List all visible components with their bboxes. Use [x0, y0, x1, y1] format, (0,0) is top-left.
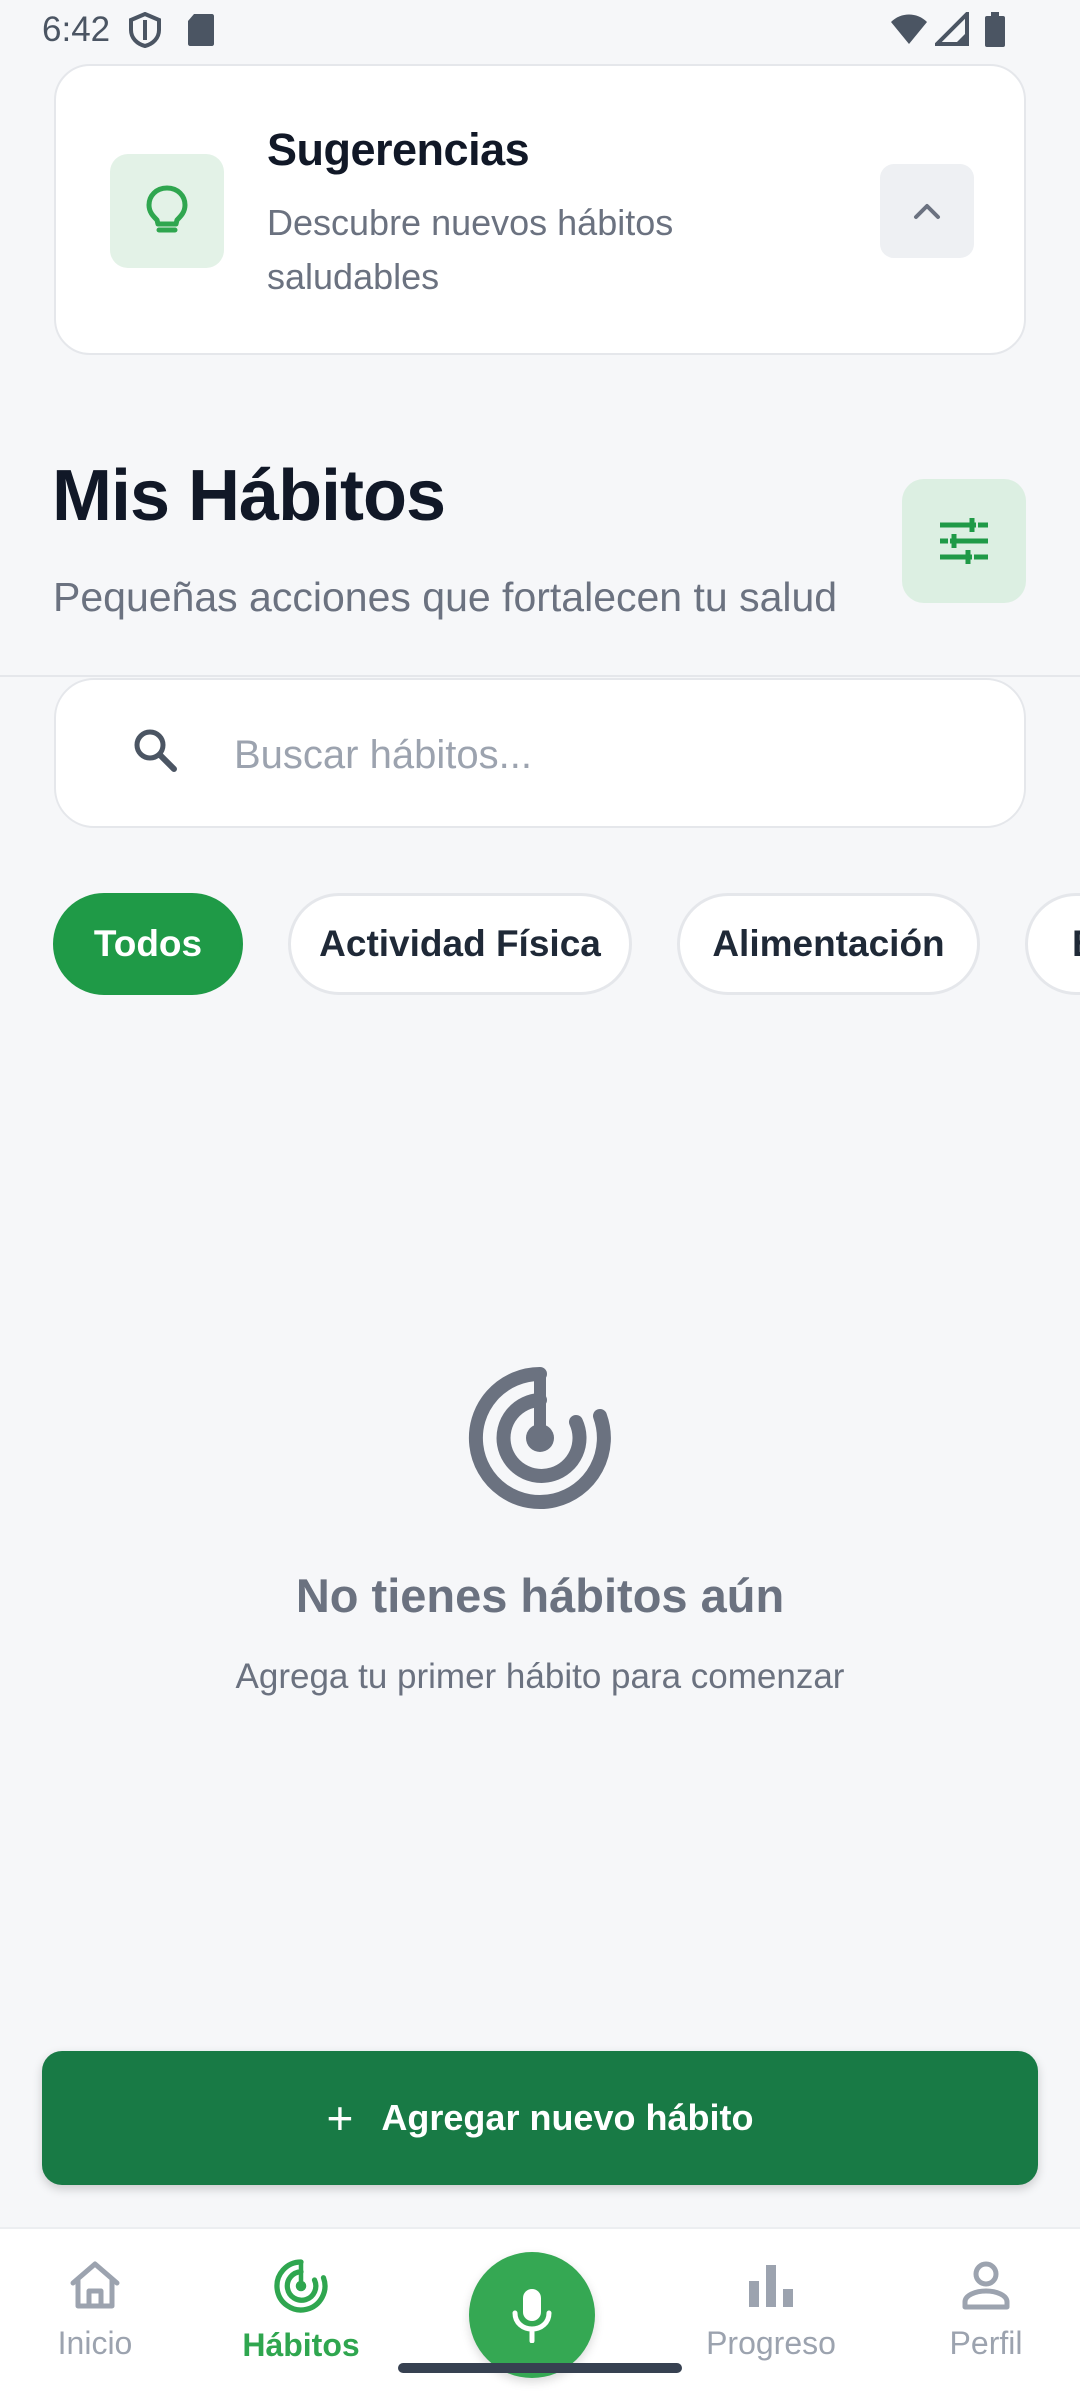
battery-icon: [985, 12, 1005, 47]
search-input[interactable]: [234, 710, 994, 800]
lightbulb-icon: [146, 185, 188, 233]
add-habit-label: Agregar nuevo hábito: [381, 2097, 754, 2138]
suggestions-title: Sugerencias: [267, 124, 530, 175]
empty-state-subtitle: Agrega tu primer hábito para comenzar: [235, 1657, 845, 1696]
chip-alimentacion[interactable]: Alimentación: [677, 893, 980, 995]
home-icon: [70, 2261, 120, 2309]
nav-label-habitos: Hábitos: [242, 2327, 360, 2363]
sliders-icon: [940, 518, 988, 564]
chip-more[interactable]: B: [1025, 893, 1080, 995]
target-icon: [274, 2259, 328, 2313]
category-chips: Todos Actividad Física Alimentación B: [0, 890, 1080, 1000]
wifi-icon: [891, 14, 927, 44]
nav-label-perfil: Perfil: [949, 2325, 1023, 2361]
bar-chart-icon: [749, 2265, 793, 2307]
sd-card-icon: [188, 14, 214, 46]
nav-item-progreso[interactable]: Progreso: [681, 2259, 861, 2362]
person-icon: [962, 2261, 1010, 2310]
nav-item-perfil[interactable]: Perfil: [896, 2259, 1076, 2362]
cell-signal-icon: [935, 12, 969, 46]
chevron-up-icon: [914, 204, 940, 219]
nav-label-progreso: Progreso: [706, 2325, 836, 2361]
search-bar[interactable]: [54, 678, 1026, 828]
header-divider: [0, 675, 1080, 677]
suggestions-icon-box: [110, 154, 224, 268]
voice-input-button[interactable]: [469, 2252, 595, 2378]
suggestions-subtitle: Descubre nuevos hábitos saludables: [267, 202, 674, 297]
nav-label-inicio: Inicio: [57, 2325, 133, 2361]
nav-item-habitos[interactable]: Hábitos: [211, 2259, 391, 2364]
chip-todos[interactable]: Todos: [53, 893, 243, 995]
page-title: Mis Hábitos: [52, 456, 446, 536]
nav-item-inicio[interactable]: Inicio: [5, 2259, 185, 2362]
empty-state-title: No tienes hábitos aún: [295, 1569, 785, 1622]
target-icon: [468, 1367, 611, 1509]
microphone-icon: [512, 2289, 552, 2343]
home-indicator[interactable]: [398, 2363, 682, 2373]
page-subtitle: Pequeñas acciones que fortalecen tu salu…: [53, 574, 838, 620]
collapse-suggestions-button[interactable]: [880, 164, 974, 258]
habits-screen: 6:42 Sugerencias Descubre nuevos hábitos…: [0, 0, 1080, 2400]
plus-icon: +: [326, 2092, 354, 2144]
shield-icon: [129, 12, 161, 48]
suggestions-card[interactable]: Sugerencias Descubre nuevos hábitos salu…: [54, 64, 1026, 355]
status-time: 6:42: [42, 10, 111, 49]
search-icon: [134, 729, 177, 772]
status-bar: 6:42: [0, 0, 1080, 60]
chip-actividad-fisica[interactable]: Actividad Física: [288, 893, 632, 995]
add-habit-button[interactable]: + Agregar nuevo hábito: [42, 2051, 1038, 2185]
filter-button[interactable]: [902, 479, 1026, 603]
